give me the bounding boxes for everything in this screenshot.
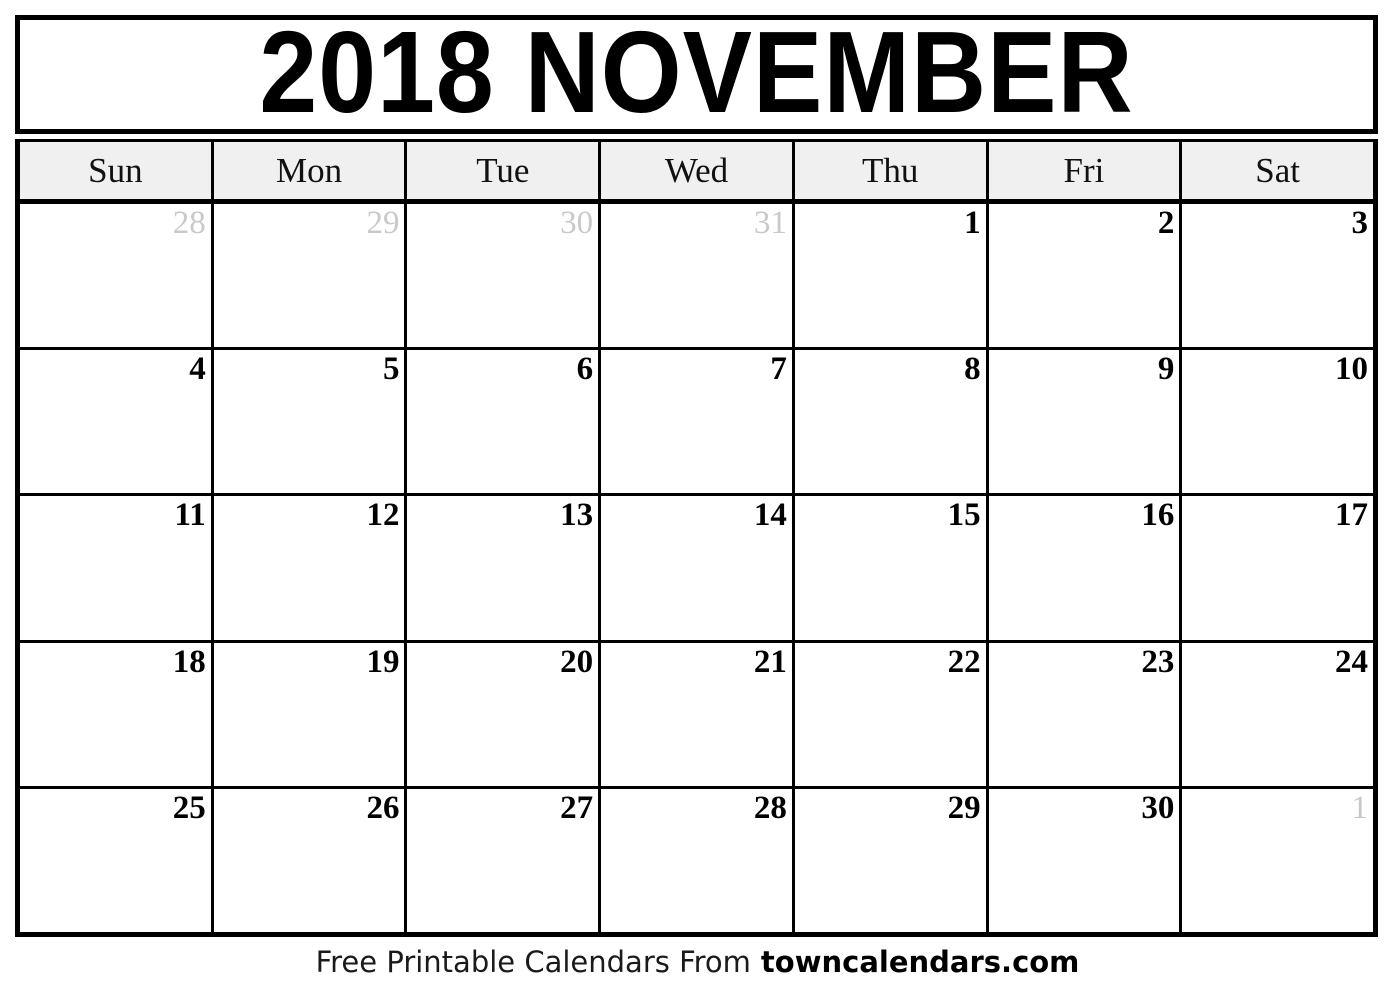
footer-brand[interactable]: towncalendars.com: [761, 948, 1079, 977]
day-cell[interactable]: 12: [213, 496, 408, 640]
day-cell[interactable]: 20: [407, 642, 602, 786]
day-number: 25: [172, 789, 206, 826]
day-cell[interactable]: 6: [407, 350, 602, 494]
day-number: 27: [560, 789, 594, 826]
day-cell[interactable]: 28: [601, 788, 795, 933]
day-number: 12: [366, 497, 400, 534]
day-cell[interactable]: 16: [988, 496, 1183, 640]
weekday-label: Sun: [88, 151, 143, 190]
day-number: 19: [366, 643, 400, 680]
day-cell[interactable]: 23: [988, 642, 1183, 786]
weekday-label: Mon: [276, 151, 343, 190]
day-cell[interactable]: 7: [601, 350, 795, 494]
day-cell[interactable]: 4: [20, 350, 214, 494]
day-number: 1: [1351, 789, 1369, 826]
day-number: 20: [560, 643, 594, 680]
day-cell[interactable]: 26: [213, 788, 408, 933]
day-number: 11: [174, 497, 206, 534]
calendar-week-rows: 28 29 30 31 1 2 3 4 5 6 7 8 9 10 11 12 13 14 15 16 17 18 19 20 2…: [20, 204, 1374, 933]
day-number: 28: [172, 205, 206, 241]
day-number: 21: [753, 643, 787, 680]
day-number: 26: [366, 789, 400, 826]
day-number: 17: [1335, 497, 1369, 534]
day-cell[interactable]: 13: [407, 496, 602, 640]
calendar-page: 2018 NOVEMBER Sun Mon Tue Wed Thu Fri Sat 28 29…: [0, 0, 1395, 984]
day-number: 4: [189, 351, 206, 388]
weekday-header-row: Sun Mon Tue Wed Thu Fri Sat: [20, 142, 1374, 204]
week-row: 28 29 30 31 1 2 3: [20, 204, 1374, 351]
day-cell[interactable]: 27: [407, 788, 602, 933]
day-number: 10: [1335, 351, 1369, 388]
day-number: 30: [560, 205, 594, 241]
day-cell[interactable]: 30: [407, 204, 602, 348]
week-row: 25 26 27 28 29 30 1: [20, 788, 1374, 933]
day-cell[interactable]: 28: [20, 204, 214, 348]
day-cell[interactable]: 14: [601, 496, 795, 640]
day-cell[interactable]: 10: [1182, 350, 1374, 494]
weekday-header-sun: Sun: [20, 142, 214, 199]
day-number: 1: [964, 205, 981, 241]
day-number: 22: [947, 643, 981, 680]
day-cell[interactable]: 1: [1182, 788, 1374, 933]
day-number: 5: [382, 351, 400, 388]
day-number: 14: [753, 497, 787, 534]
day-cell[interactable]: 19: [213, 642, 408, 786]
day-cell[interactable]: 29: [213, 204, 408, 348]
day-cell[interactable]: 29: [794, 788, 989, 933]
day-cell[interactable]: 30: [988, 788, 1183, 933]
week-row: 4 5 6 7 8 9 10: [20, 350, 1374, 497]
day-cell[interactable]: 15: [794, 496, 989, 640]
day-number: 3: [1351, 205, 1369, 241]
day-cell[interactable]: 9: [988, 350, 1183, 494]
day-cell[interactable]: 22: [794, 642, 989, 786]
day-number: 31: [753, 205, 787, 241]
day-number: 29: [366, 205, 400, 241]
day-number: 24: [1335, 643, 1369, 680]
day-cell[interactable]: 31: [601, 204, 795, 348]
day-number: 28: [753, 789, 787, 826]
day-number: 18: [172, 643, 206, 680]
day-number: 15: [947, 497, 981, 534]
weekday-label: Sat: [1255, 151, 1301, 190]
day-number: 29: [947, 789, 981, 826]
day-number: 6: [576, 351, 594, 388]
week-row: 11 12 13 14 15 16 17: [20, 496, 1374, 643]
day-number: 13: [560, 497, 594, 534]
weekday-header-fri: Fri: [988, 142, 1183, 199]
weekday-header-wed: Wed: [601, 142, 795, 199]
day-cell[interactable]: 1: [794, 204, 989, 348]
week-row: 18 19 20 21 22 23 24: [20, 642, 1374, 789]
day-cell[interactable]: 18: [20, 642, 214, 786]
day-number: 7: [770, 351, 787, 388]
day-cell[interactable]: 3: [1182, 204, 1374, 348]
day-cell[interactable]: 2: [988, 204, 1183, 348]
day-cell[interactable]: 17: [1182, 496, 1374, 640]
calendar-title-banner: 2018 NOVEMBER: [15, 15, 1378, 134]
day-number: 2: [1157, 205, 1175, 241]
day-number: 8: [964, 351, 981, 388]
day-cell[interactable]: 21: [601, 642, 795, 786]
weekday-label: Thu: [862, 151, 919, 190]
day-number: 23: [1141, 643, 1175, 680]
weekday-header-sat: Sat: [1182, 142, 1374, 199]
weekday-header-thu: Thu: [794, 142, 989, 199]
weekday-header-tue: Tue: [407, 142, 602, 199]
day-cell[interactable]: 5: [213, 350, 408, 494]
day-number: 30: [1141, 789, 1175, 826]
day-cell[interactable]: 25: [20, 788, 214, 933]
day-cell[interactable]: 11: [20, 496, 214, 640]
weekday-header-mon: Mon: [213, 142, 408, 199]
weekday-label: Tue: [476, 151, 530, 190]
weekday-label: Wed: [664, 151, 729, 190]
calendar-grid: Sun Mon Tue Wed Thu Fri Sat 28 29 30 31 1 2 3 4 5 6 7 8 9 1…: [15, 139, 1378, 937]
day-cell[interactable]: 8: [794, 350, 989, 494]
page-footer: Free Printable Calendars From towncalend…: [0, 941, 1395, 984]
day-number: 16: [1141, 497, 1175, 534]
footer-text: Free Printable Calendars From: [315, 945, 751, 979]
weekday-label: Fri: [1063, 151, 1105, 190]
day-number: 9: [1157, 351, 1175, 388]
day-cell[interactable]: 24: [1182, 642, 1374, 786]
page-title: 2018 NOVEMBER: [259, 15, 1134, 134]
